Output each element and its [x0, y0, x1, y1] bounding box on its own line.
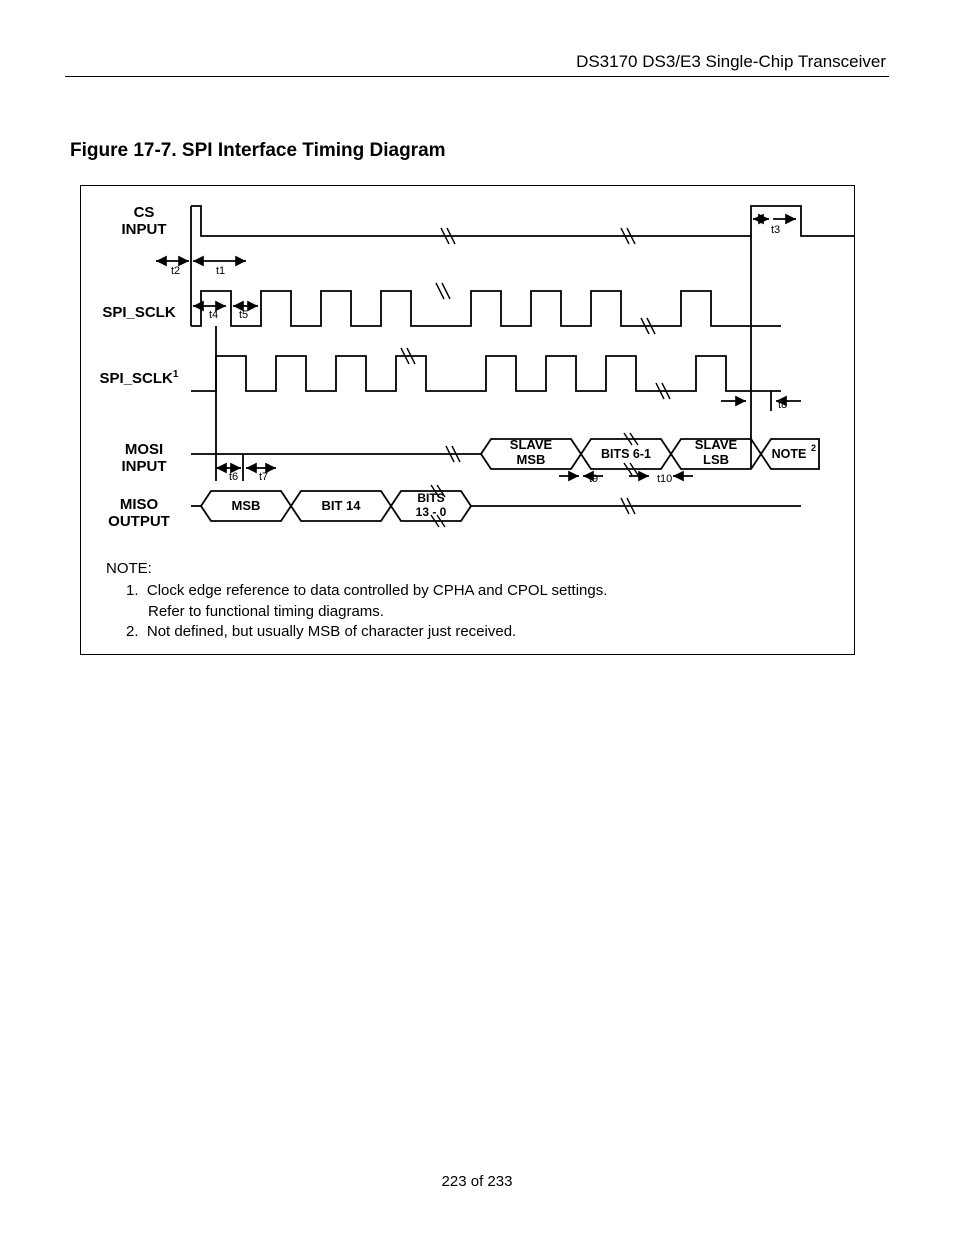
note-1: 1. Clock edge reference to data controll… [106, 581, 834, 601]
note-2: 2. Not defined, but usually MSB of chara… [106, 622, 834, 642]
timing-diagram: CS INPUT SPI_SCLK SPI_SCLK1 MOSI INPUT M… [80, 185, 855, 655]
notes-block: NOTE: 1. Clock edge reference to data co… [106, 559, 834, 642]
miso-box2b: 13 - 0 [416, 505, 447, 519]
notes-header: NOTE: [106, 559, 834, 579]
note-1b: Refer to functional timing diagrams. [106, 602, 834, 622]
mosi-box2a: SLAVE [695, 437, 738, 452]
mosi-box3: NOTE [772, 447, 807, 461]
mosi-box0b: MSB [517, 452, 546, 467]
document-header: DS3170 DS3/E3 Single-Chip Transceiver [576, 52, 886, 72]
waveform-svg: SLAVE MSB BITS 6-1 SLAVE LSB NOTE 2 MSB … [81, 186, 854, 556]
mosi-box3sup: 2 [811, 443, 816, 453]
miso-box2a: BITS [417, 491, 444, 505]
header-rule [65, 76, 889, 77]
miso-box0: MSB [232, 498, 261, 513]
miso-box1: BIT 14 [321, 498, 361, 513]
note2-num: 2. [126, 623, 139, 640]
note2-text: Not defined, but usually MSB of characte… [147, 623, 516, 640]
note1-num: 1. [126, 582, 139, 599]
mosi-box0a: SLAVE [510, 437, 553, 452]
note1a: Clock edge reference to data controlled … [147, 582, 608, 599]
page-number: 223 of 233 [0, 1173, 954, 1190]
mosi-box2b: LSB [703, 452, 729, 467]
figure-caption: Figure 17-7. SPI Interface Timing Diagra… [70, 140, 446, 162]
mosi-box1: BITS 6-1 [601, 447, 651, 461]
